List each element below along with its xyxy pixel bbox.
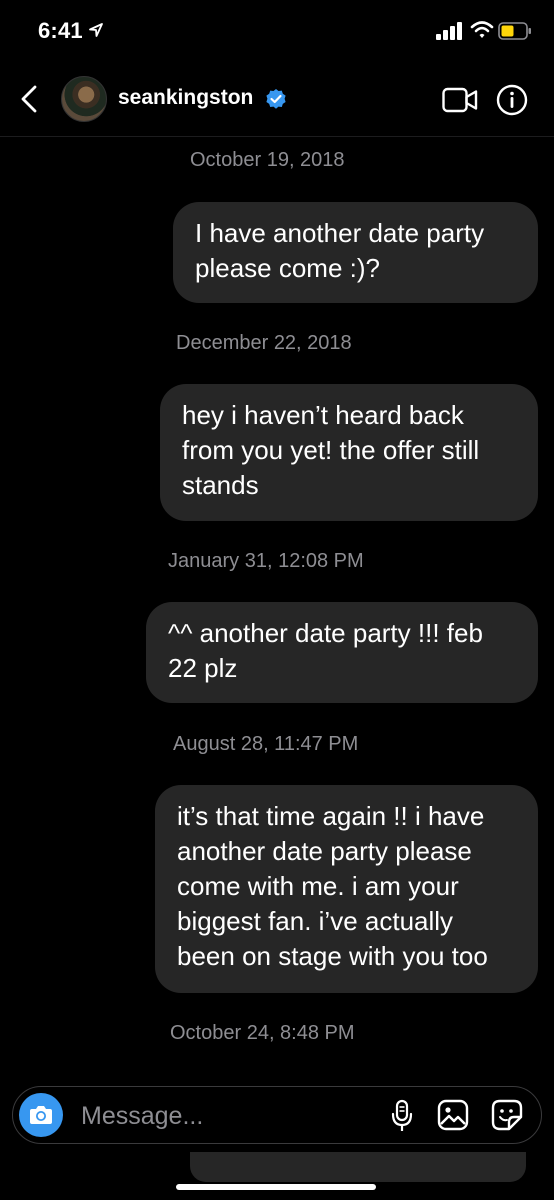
camera-button[interactable] [19, 1093, 63, 1137]
verified-badge-icon [266, 89, 286, 109]
info-icon[interactable] [496, 84, 528, 116]
message-input[interactable] [79, 1097, 363, 1135]
gallery-icon[interactable] [437, 1099, 469, 1131]
date-separator: October 19, 2018 [190, 149, 345, 171]
status-time: 6:41 [38, 18, 83, 43]
message-bubble-peek [190, 1152, 526, 1182]
date-separator: August 28, 11:47 PM [173, 733, 359, 755]
status-bar: 6:41 [0, 0, 554, 64]
message-bubble[interactable]: I have another date party please come :)… [173, 202, 538, 303]
wifi-icon [470, 21, 494, 38]
video-call-icon[interactable] [442, 87, 478, 113]
message-bubble[interactable]: it’s that time again !! i have another d… [155, 785, 538, 993]
message-composer [12, 1086, 542, 1144]
cellular-signal-icon [436, 22, 462, 40]
date-separator: December 22, 2018 [176, 332, 352, 354]
avatar[interactable] [61, 76, 107, 122]
message-bubble[interactable]: hey i haven’t heard back from you yet! t… [160, 384, 538, 521]
location-arrow-icon [89, 23, 103, 37]
chat-header: seankingston [0, 64, 554, 137]
home-indicator [176, 1184, 376, 1190]
back-chevron-icon[interactable] [18, 84, 40, 114]
date-separator: January 31, 12:08 PM [168, 550, 364, 572]
message-bubble[interactable]: ^^ another date party !!! feb 22 plz [146, 602, 538, 703]
microphone-icon[interactable] [390, 1099, 414, 1133]
chat-username[interactable]: seankingston [118, 86, 253, 110]
sticker-icon[interactable] [491, 1099, 523, 1131]
battery-icon [498, 22, 531, 40]
date-separator: October 24, 8:48 PM [170, 1022, 355, 1044]
camera-icon [30, 1106, 52, 1124]
